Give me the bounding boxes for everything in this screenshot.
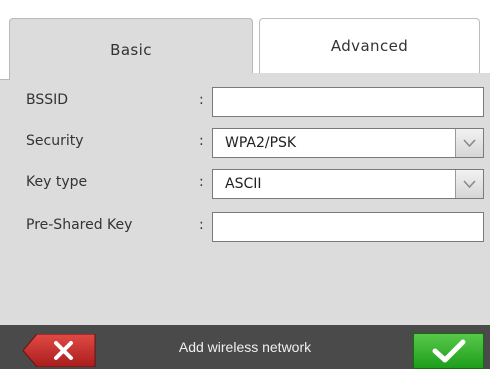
tab-bar: Basic Advanced [0, 0, 490, 80]
key-type-dropdown-button[interactable] [455, 170, 483, 198]
chevron-down-icon [463, 180, 476, 188]
tab-basic-label: Basic [110, 40, 152, 59]
bssid-label: BSSID [26, 92, 69, 108]
confirm-button[interactable] [413, 333, 484, 369]
key-type-label: Key type [26, 174, 88, 190]
key-type-value: ASCII [225, 176, 262, 192]
psk-label: Pre-Shared Key [26, 217, 133, 233]
form-panel: BSSID : Security : WPA2/PSK Key type : A… [0, 80, 490, 325]
tab-divider [252, 73, 490, 80]
security-select[interactable]: WPA2/PSK [212, 128, 484, 158]
checkmark-icon [432, 339, 465, 363]
chevron-down-icon [463, 139, 476, 147]
key-type-select[interactable]: ASCII [212, 169, 484, 199]
tab-basic[interactable]: Basic [9, 18, 253, 80]
bssid-input[interactable] [212, 87, 484, 117]
tab-advanced-label: Advanced [330, 37, 409, 55]
key-type-separator: : [199, 174, 204, 190]
psk-input[interactable] [212, 212, 484, 242]
security-separator: : [199, 133, 204, 149]
security-row: Security : WPA2/PSK [0, 124, 490, 160]
bssid-separator: : [199, 92, 204, 108]
psk-separator: : [199, 217, 204, 233]
security-label: Security [26, 133, 84, 149]
security-value: WPA2/PSK [225, 135, 297, 151]
bssid-row: BSSID : [0, 83, 490, 119]
psk-row: Pre-Shared Key : [0, 208, 490, 244]
key-type-row: Key type : ASCII [0, 165, 490, 201]
footer-bar: Add wireless network [0, 325, 490, 369]
security-dropdown-button[interactable] [455, 129, 483, 157]
tab-advanced[interactable]: Advanced [259, 18, 480, 74]
